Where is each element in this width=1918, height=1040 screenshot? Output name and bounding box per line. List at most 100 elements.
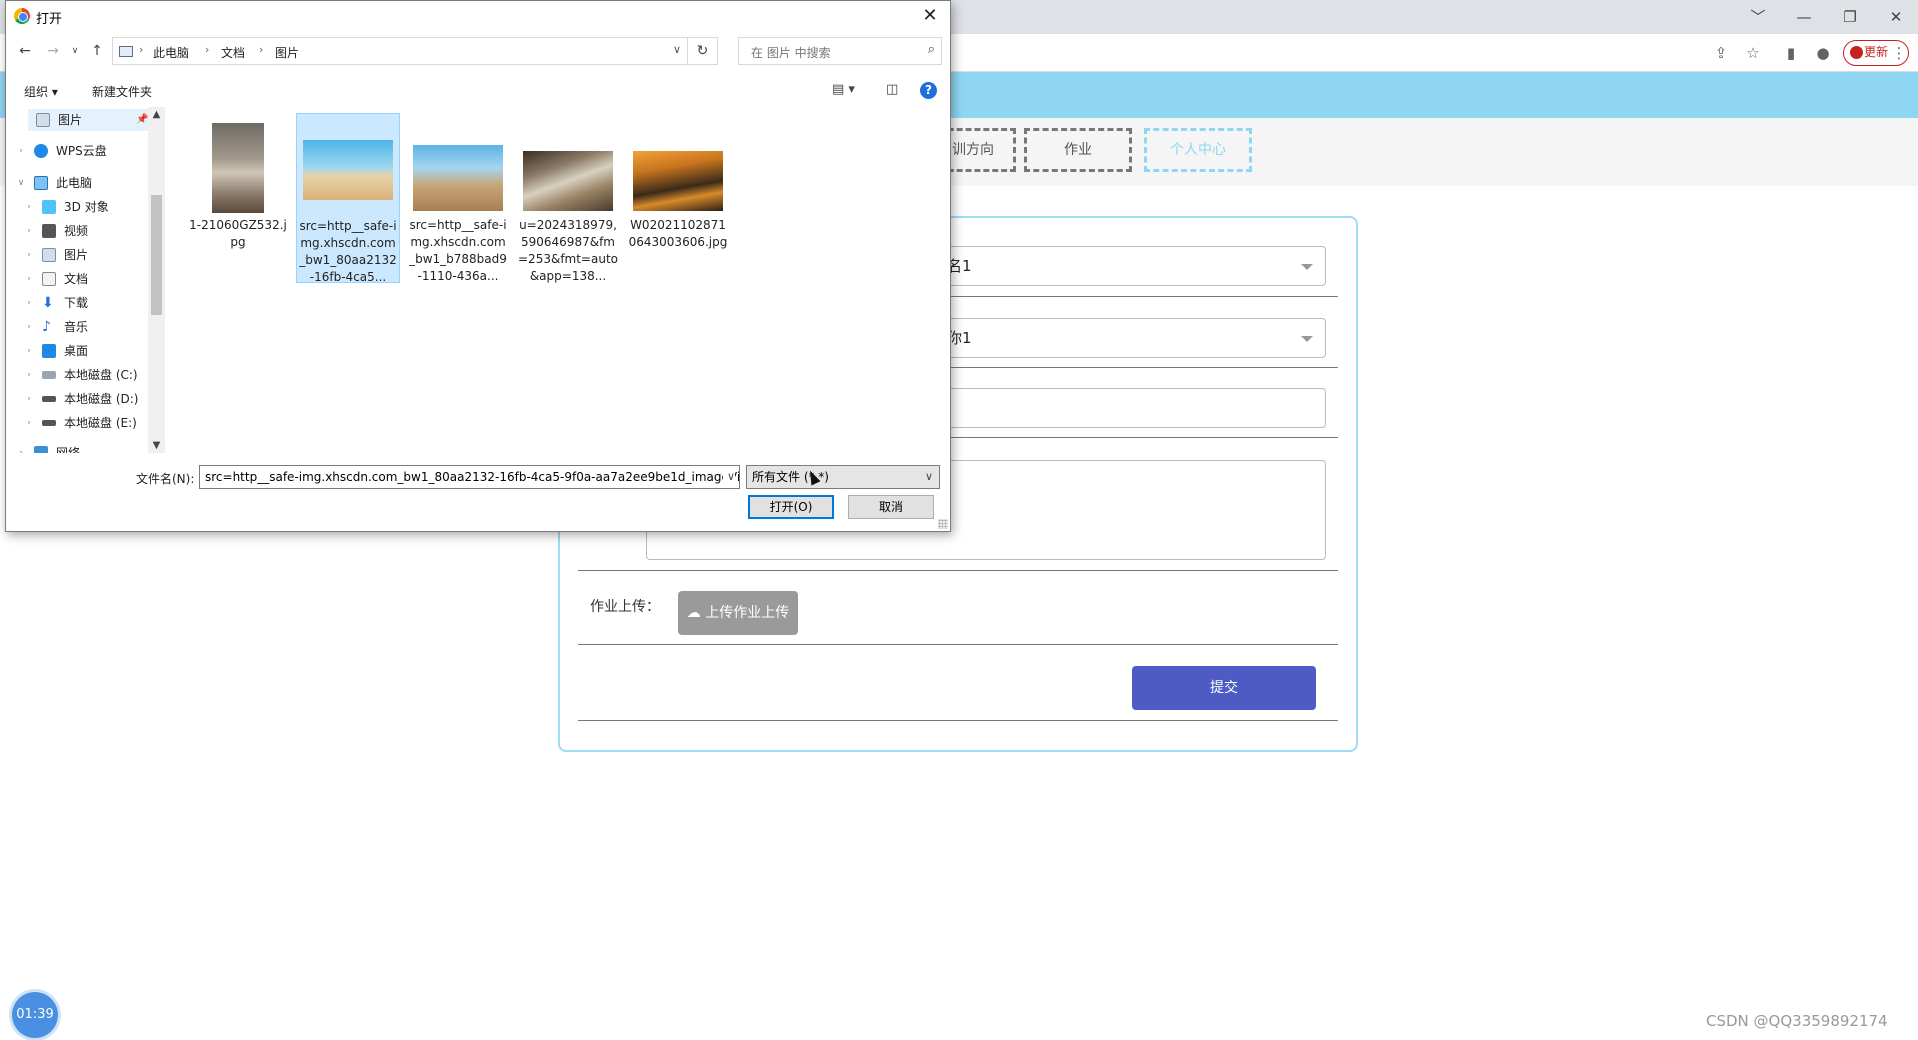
- pc-icon: [119, 46, 133, 57]
- update-label: 更新: [1864, 45, 1889, 59]
- nav-pane-item[interactable]: › 网络: [16, 442, 80, 453]
- breadcrumb-separator-icon: ›: [205, 43, 210, 56]
- nav-pane-item[interactable]: › 文档: [24, 268, 88, 290]
- file-name: src=http__safe-img.xhscdn.com_bw1_b788ba…: [409, 218, 507, 283]
- form-divider: [578, 570, 1338, 571]
- breadcrumb-pictures[interactable]: 图片: [275, 44, 299, 61]
- refresh-icon[interactable]: ↻: [688, 37, 718, 65]
- nav-pane-item[interactable]: › 本地磁盘 (C:): [24, 364, 137, 386]
- document-icon: [42, 272, 56, 286]
- file-name: 1-21060GZ532.jpg: [189, 218, 287, 249]
- address-bar[interactable]: › 此电脑 › 文档 › 图片 ∨: [112, 37, 688, 65]
- nav-pane-item[interactable]: › ♪ 音乐: [24, 316, 88, 338]
- preview-pane-icon[interactable]: ◫: [886, 82, 898, 97]
- cloud-upload-icon: ☁: [686, 605, 706, 621]
- nav-pane-item[interactable]: › 本地磁盘 (E:): [24, 412, 137, 434]
- breadcrumb-this-pc[interactable]: 此电脑: [153, 44, 189, 61]
- resize-grip-icon[interactable]: [938, 519, 948, 529]
- filetype-select[interactable]: 所有文件 (*.*) ∨: [746, 465, 940, 489]
- nav-pane-label: 视频: [64, 224, 89, 238]
- file-item[interactable]: W020211028710643003606.jpg: [626, 113, 730, 283]
- nav-pane-label: 此电脑: [56, 176, 93, 190]
- nav-pane-label: 网络: [56, 446, 81, 453]
- profile-avatar-icon[interactable]: ●: [1812, 42, 1834, 64]
- file-name: src=http__safe-img.xhscdn.com_bw1_80aa21…: [299, 219, 397, 284]
- drive-icon: [42, 420, 56, 426]
- nav-item-homework[interactable]: 作业: [1024, 128, 1132, 172]
- breadcrumb-separator-icon: ›: [259, 43, 264, 56]
- file-list-area: 1-21060GZ532.jpg src=http__safe-img.xhsc…: [166, 107, 950, 453]
- nav-pane-label: 文档: [64, 272, 89, 286]
- breadcrumb-documents[interactable]: 文档: [221, 44, 245, 61]
- nav-pane-item[interactable]: › 桌面: [24, 340, 88, 362]
- nav-pane-label: 下载: [64, 296, 89, 310]
- nav-pane-item[interactable]: ∨ 此电脑: [16, 172, 92, 194]
- scrollbar-thumb[interactable]: [151, 195, 162, 315]
- file-item[interactable]: u=2024318979,590646987&fm=253&fmt=auto&a…: [516, 113, 620, 283]
- dialog-titlebar: 打开 ✕: [6, 1, 950, 31]
- tab-search-icon[interactable]: ﹀: [1738, 4, 1778, 30]
- network-icon: [34, 446, 48, 453]
- filename-input[interactable]: src=http__safe-img.xhscdn.com_bw1_80aa21…: [199, 465, 740, 489]
- file-item[interactable]: src=http__safe-img.xhscdn.com_bw1_b788ba…: [406, 113, 510, 283]
- download-icon: ⬇: [42, 295, 54, 311]
- filename-label: 文件名(N):: [136, 472, 195, 486]
- recent-locations-icon[interactable]: ∨: [66, 42, 84, 60]
- dialog-command-bar: 组织 ▾ 新建文件夹 ▤ ▾ ◫ ?: [6, 77, 950, 105]
- up-arrow-icon[interactable]: ↑: [88, 42, 106, 60]
- restore-button[interactable]: ❐: [1830, 4, 1870, 30]
- chevron-down-icon[interactable]: ∨: [673, 43, 681, 56]
- share-icon[interactable]: ⇪: [1710, 42, 1732, 64]
- dialog-navigation-row: ← → ∨ ↑ › 此电脑 › 文档 › 图片 ∨ ↻ 在 图片 中搜索 ⌕: [6, 35, 950, 67]
- breadcrumb-separator-icon: ›: [139, 43, 144, 56]
- forward-arrow-icon[interactable]: →: [44, 42, 62, 60]
- cancel-button[interactable]: 取消: [848, 495, 934, 519]
- chevron-right-icon: ›: [27, 418, 31, 428]
- minimize-button[interactable]: —: [1784, 4, 1824, 30]
- search-input[interactable]: 在 图片 中搜索 ⌕: [738, 37, 942, 65]
- chevron-down-icon[interactable]: ∨: [722, 466, 735, 488]
- video-icon: [42, 224, 56, 238]
- nav-pane-item[interactable]: › 本地磁盘 (D:): [24, 388, 138, 410]
- help-icon[interactable]: ?: [920, 82, 937, 99]
- browser-menu-icon[interactable]: ⋮: [1888, 42, 1910, 64]
- chevron-right-icon: ›: [27, 250, 31, 260]
- back-arrow-icon[interactable]: ←: [16, 42, 34, 60]
- nav-pane-item[interactable]: › 视频: [24, 220, 88, 242]
- dialog-close-button[interactable]: ✕: [916, 3, 944, 29]
- file-item[interactable]: 1-21060GZ532.jpg: [186, 113, 290, 283]
- nav-pane-label: 3D 对象: [64, 200, 109, 214]
- nav-pane-item[interactable]: › 图片: [24, 244, 88, 266]
- upload-button-label: 上传作业上传: [705, 605, 790, 621]
- filename-value: src=http__safe-img.xhscdn.com_bw1_80aa21…: [205, 470, 740, 484]
- submit-button[interactable]: 提交: [1132, 666, 1316, 710]
- image-thumbnail: [303, 140, 393, 200]
- nav-pane-label: 桌面: [64, 344, 89, 358]
- scroll-up-icon[interactable]: ▲: [148, 109, 165, 120]
- scroll-down-icon[interactable]: ▼: [148, 440, 165, 451]
- side-panel-icon[interactable]: ▮: [1780, 42, 1802, 64]
- nav-pane-label: WPS云盘: [56, 144, 107, 158]
- bookmark-star-icon[interactable]: ☆: [1742, 42, 1764, 64]
- view-options-icon[interactable]: ▤ ▾: [832, 82, 855, 97]
- file-item[interactable]: src=http__safe-img.xhscdn.com_bw1_80aa21…: [296, 113, 400, 284]
- nav-pane-item[interactable]: › WPS云盘: [16, 140, 107, 162]
- nav-pane-item[interactable]: › 3D 对象: [24, 196, 109, 218]
- open-file-dialog: 打开 ✕ ← → ∨ ↑ › 此电脑 › 文档 › 图片 ∨ ↻ 在 图片 中搜…: [5, 0, 951, 532]
- upload-homework-button[interactable]: ☁ 上传作业上传: [678, 591, 798, 635]
- pin-icon: 📌: [136, 114, 149, 125]
- chevron-right-icon: ›: [27, 322, 31, 332]
- new-folder-button[interactable]: 新建文件夹: [92, 83, 152, 100]
- open-button[interactable]: 打开(O): [748, 495, 834, 519]
- close-window-button[interactable]: ✕: [1876, 4, 1916, 30]
- cube-icon: [42, 200, 56, 214]
- nav-item-profile[interactable]: 个人中心: [1144, 128, 1252, 172]
- form-divider: [578, 644, 1338, 645]
- nav-pane-scrollbar[interactable]: ▲ ▼: [148, 107, 165, 453]
- search-placeholder: 在 图片 中搜索: [751, 46, 831, 60]
- nav-pane-item[interactable]: 图片 📌: [36, 109, 148, 131]
- update-icon: [1850, 46, 1863, 59]
- organize-menu[interactable]: 组织 ▾: [24, 83, 58, 100]
- nav-pane-item[interactable]: › ⬇ 下载: [24, 292, 88, 314]
- chevron-right-icon: ›: [27, 346, 31, 356]
